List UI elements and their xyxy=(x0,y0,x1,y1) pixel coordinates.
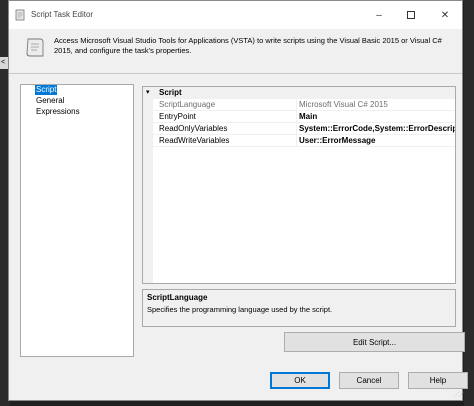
close-icon: ✕ xyxy=(440,9,450,21)
close-button[interactable]: ✕ xyxy=(429,1,461,29)
category-label: Script xyxy=(159,88,182,97)
property-row-read-write-variables[interactable]: ReadWriteVariables User::ErrorMessage xyxy=(153,135,455,147)
collapse-chevron-icon[interactable]: ▾ xyxy=(146,88,150,96)
script-scroll-icon xyxy=(15,9,25,21)
header-description: Access Microsoft Visual Studio Tools for… xyxy=(54,36,442,55)
minimize-button[interactable]: – xyxy=(363,1,395,29)
nav-item-general[interactable]: General xyxy=(35,96,65,106)
property-grid: ▾ Script ScriptLanguage Microsoft Visual… xyxy=(142,86,456,284)
ok-button[interactable]: OK xyxy=(270,372,330,389)
window-title: Script Task Editor xyxy=(31,10,94,19)
property-name: ScriptLanguage xyxy=(159,100,216,109)
maximize-icon xyxy=(407,11,415,19)
nav-item-script[interactable]: Script xyxy=(35,85,58,95)
dialog-header: Access Microsoft Visual Studio Tools for… xyxy=(9,29,462,73)
property-value[interactable]: System::ErrorCode,System::ErrorDescripti… xyxy=(299,124,455,134)
property-name: ReadWriteVariables xyxy=(159,136,230,145)
title-bar[interactable]: Script Task Editor – ✕ xyxy=(9,1,462,29)
property-row-entry-point[interactable]: EntryPoint Main xyxy=(153,111,455,123)
property-value[interactable]: User::ErrorMessage xyxy=(299,136,455,146)
edit-script-button[interactable]: Edit Script... xyxy=(284,332,465,352)
column-divider xyxy=(296,135,297,147)
property-name: ReadOnlyVariables xyxy=(159,124,228,133)
property-name: EntryPoint xyxy=(159,112,196,121)
maximize-button[interactable] xyxy=(395,1,427,29)
column-divider xyxy=(296,123,297,135)
property-grid-gutter xyxy=(143,87,153,283)
background-right-strip xyxy=(464,0,474,406)
minimize-icon: – xyxy=(376,9,382,21)
page-navigation-list: Script General Expressions xyxy=(20,84,134,357)
description-title: ScriptLanguage xyxy=(147,293,208,302)
help-button[interactable]: Help xyxy=(408,372,468,389)
script-scroll-icon xyxy=(26,38,44,57)
resize-grip-icon[interactable]: ⋰⋰ xyxy=(453,391,464,398)
property-value[interactable]: Main xyxy=(299,112,455,122)
column-divider xyxy=(296,111,297,123)
property-row-script-language[interactable]: ScriptLanguage Microsoft Visual C# 2015 xyxy=(153,99,455,111)
cancel-button[interactable]: Cancel xyxy=(339,372,399,389)
background-tab-fragment: < xyxy=(0,57,8,69)
script-task-editor-window: Script Task Editor – ✕ Access Microsoft … xyxy=(8,0,468,401)
property-row-read-only-variables[interactable]: ReadOnlyVariables System::ErrorCode,Syst… xyxy=(153,123,455,135)
category-row-script[interactable]: ▾ Script xyxy=(143,87,455,99)
description-text: Specifies the programming language used … xyxy=(147,305,333,314)
header-divider xyxy=(9,73,462,74)
nav-item-expressions[interactable]: Expressions xyxy=(35,107,81,117)
property-value: Microsoft Visual C# 2015 xyxy=(299,100,388,109)
property-description-panel: ScriptLanguage Specifies the programming… xyxy=(142,289,456,327)
column-divider xyxy=(296,99,297,111)
